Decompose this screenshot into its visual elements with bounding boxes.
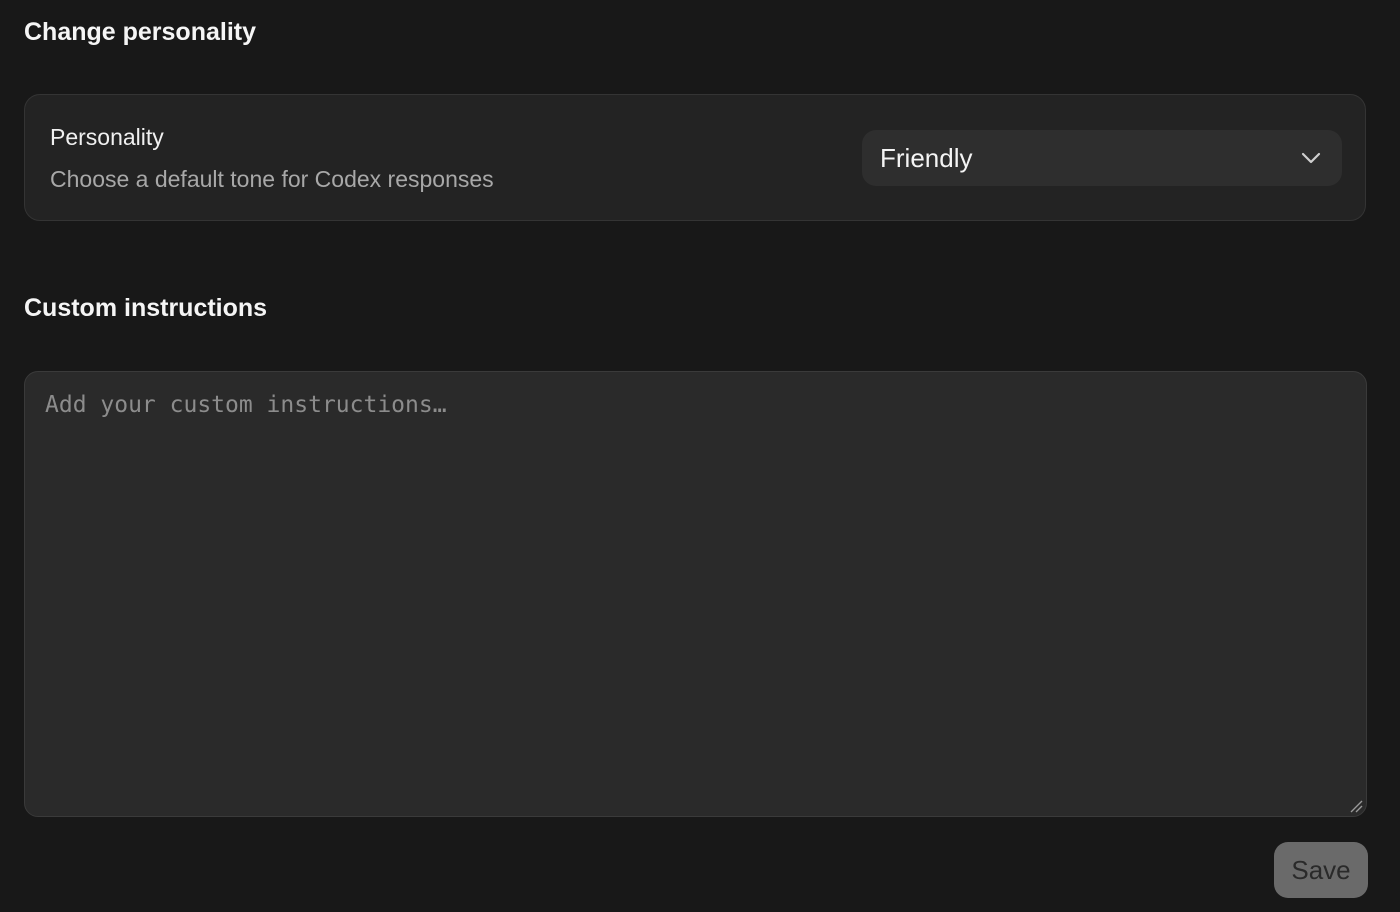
chevron-down-icon bbox=[1301, 152, 1321, 164]
change-personality-heading: Change personality bbox=[24, 18, 256, 46]
personality-card: Personality Choose a default tone for Co… bbox=[24, 94, 1366, 221]
settings-page: Change personality Personality Choose a … bbox=[0, 0, 1400, 912]
personality-select[interactable]: Friendly bbox=[862, 130, 1342, 186]
personality-select-value: Friendly bbox=[880, 143, 973, 173]
custom-instructions-input[interactable] bbox=[25, 372, 1366, 816]
save-button[interactable]: Save bbox=[1274, 842, 1368, 898]
custom-instructions-heading: Custom instructions bbox=[24, 294, 268, 322]
resize-handle-icon[interactable] bbox=[1349, 799, 1363, 813]
personality-label: Personality bbox=[50, 124, 164, 150]
personality-description: Choose a default tone for Codex response… bbox=[50, 166, 494, 192]
custom-instructions-box bbox=[24, 371, 1367, 817]
